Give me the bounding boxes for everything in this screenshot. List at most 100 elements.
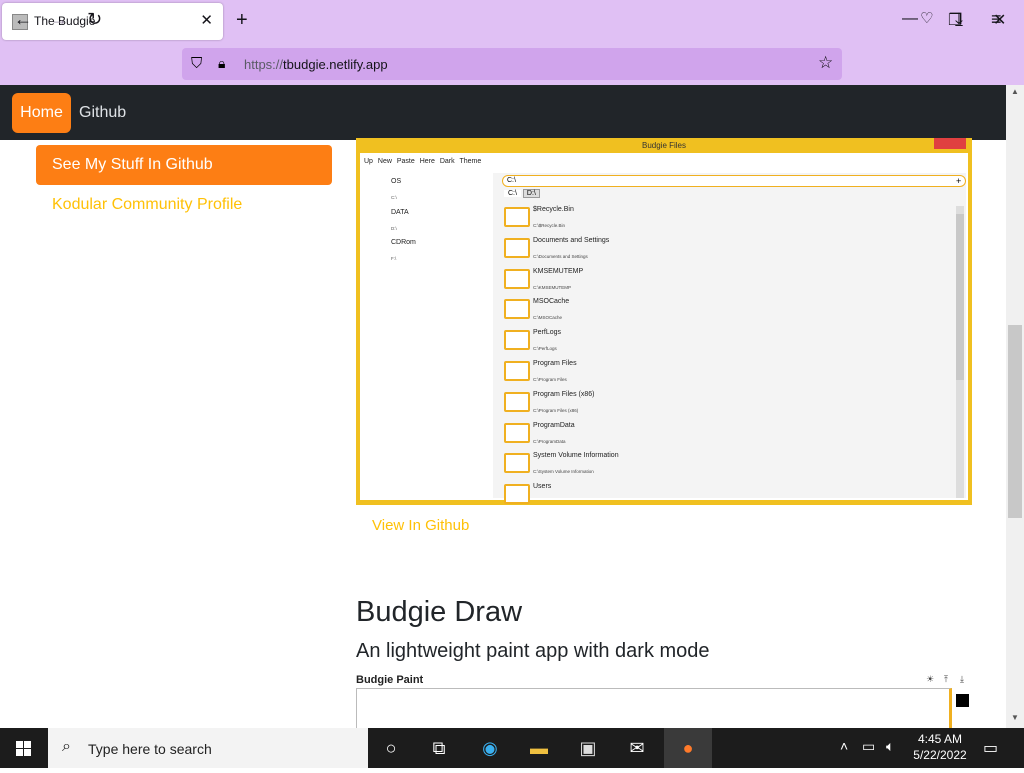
- folder-icon: [504, 361, 530, 381]
- paint-canvas: [356, 688, 952, 730]
- upload-icon: ⤒: [944, 674, 948, 684]
- folder-path: C:\Documents and Settings: [533, 253, 588, 259]
- files-close-icon: [934, 138, 966, 149]
- site-navbar: [0, 85, 1006, 140]
- minimize-icon[interactable]: —: [902, 10, 918, 28]
- cortana-icon[interactable]: ○: [378, 735, 404, 761]
- folder-name: Program Files: [533, 360, 577, 367]
- folder-icon: [504, 330, 530, 351]
- files-menu-item: Paste Here: [396, 158, 435, 165]
- scroll-up-icon[interactable]: ▲: [1011, 87, 1019, 96]
- download-icon[interactable]: ⤓: [955, 9, 963, 30]
- page-scroll-thumb[interactable]: [1008, 325, 1022, 518]
- section-title: Budgie Draw: [356, 596, 523, 628]
- taskbar-clock[interactable]: 4:45 AM 5/22/2022: [912, 731, 968, 763]
- browser-tab[interactable]: The Budgie ✕: [2, 3, 223, 40]
- url-bar[interactable]: ⛉ 🔒︎ https://tbudgie.netlify.app ☆: [182, 48, 842, 80]
- folder-icon: [504, 237, 530, 258]
- folder-path: C:\Program Files: [533, 377, 567, 382]
- files-menu-item: Dark Theme: [439, 158, 482, 165]
- mail-icon[interactable]: ✉: [624, 735, 650, 761]
- folder-name: PerfLogs: [533, 329, 562, 337]
- folder-path: C:\System Volume Information: [533, 469, 594, 475]
- files-menu-item: New: [377, 158, 392, 165]
- color-swatch: [956, 694, 969, 707]
- folder-name: Users: [533, 483, 552, 491]
- folder-path: C:\Program Files (x86): [533, 407, 579, 413]
- paint-title: Budgie Paint: [356, 674, 424, 686]
- files-address-bar: C:\: [502, 175, 966, 187]
- windows-start-button[interactable]: [0, 728, 48, 768]
- folder-icon: [504, 299, 530, 320]
- close-tab-icon[interactable]: ✕: [200, 11, 213, 29]
- drive-name: DATA: [391, 209, 409, 216]
- files-list-pane: [493, 173, 966, 498]
- lock-icon[interactable]: 🔒︎: [218, 55, 225, 72]
- windows-logo-icon: [16, 741, 31, 756]
- folder-name: System Volume Information: [533, 452, 619, 460]
- save-icon: ⤓: [960, 674, 964, 684]
- clock-date: 5/22/2022: [913, 748, 967, 762]
- bookmark-star-icon[interactable]: ☆: [818, 53, 833, 73]
- reload-icon[interactable]: ↻: [87, 9, 102, 30]
- new-tab-button[interactable]: +: [236, 9, 248, 32]
- shield-icon[interactable]: ⛉: [191, 55, 202, 72]
- folder-path: C:\$Recycle.Bin: [533, 223, 566, 228]
- folder-path: C:\PerfLogs: [533, 346, 557, 352]
- drive-name: OS: [391, 178, 402, 185]
- notification-icon[interactable]: ▭: [983, 738, 998, 758]
- scroll-down-icon[interactable]: ▼: [1011, 713, 1019, 722]
- folder-icon: [504, 484, 530, 505]
- volume-icon[interactable]: 🔈︎: [886, 738, 894, 755]
- files-tab: C:\: [504, 190, 521, 197]
- taskbar-search-box[interactable]: ⌕ Type here to search: [48, 728, 368, 768]
- budgie-paint-preview: Budgie Paint ☀ ⤒ ⤓: [356, 672, 972, 730]
- network-icon[interactable]: ▭: [862, 738, 875, 755]
- folder-name: Documents and Settings: [533, 236, 610, 244]
- nav-home-link[interactable]: Home: [12, 93, 71, 133]
- kodular-profile-link[interactable]: Kodular Community Profile: [52, 196, 242, 214]
- folder-icon: [504, 391, 530, 412]
- folder-icon: [504, 268, 530, 289]
- url-text[interactable]: https://tbudgie.netlify.app: [244, 57, 388, 72]
- drive-path: F:\: [391, 256, 397, 261]
- menu-icon[interactable]: ≡: [991, 9, 1002, 30]
- files-menu-item: Up: [364, 158, 373, 165]
- folder-name: KMSEMUTEMP: [533, 267, 584, 275]
- view-in-github-link[interactable]: View In Github: [372, 517, 469, 534]
- back-icon[interactable]: ←: [14, 9, 32, 30]
- folder-name: ProgramData: [533, 421, 575, 429]
- search-icon: ⌕: [62, 738, 71, 755]
- files-menu: Up New Paste Here Dark Theme: [364, 158, 481, 165]
- files-scroll-thumb: [956, 214, 964, 380]
- theme-toggle-icon: ☀: [926, 674, 935, 684]
- drive-path: C:\: [391, 195, 397, 200]
- files-tab: D:\: [522, 189, 540, 198]
- folder-name: Program Files (x86): [533, 390, 595, 398]
- drive-name: CDRom: [391, 239, 416, 246]
- folder-path: C:\MSOCache: [533, 315, 563, 321]
- folder-path: C:\ProgramData: [533, 438, 566, 444]
- folder-path: C:\KMSEMUTEMP: [533, 284, 572, 290]
- drive-path: D:\: [391, 226, 397, 231]
- see-stuff-github-button[interactable]: See My Stuff In Github: [36, 145, 332, 185]
- folder-name: MSOCache: [533, 298, 570, 306]
- pocket-icon[interactable]: ♡: [920, 9, 933, 27]
- folder-name: $Recycle.Bin: [533, 206, 574, 213]
- firefox-taskbar-icon[interactable]: ●: [664, 728, 712, 768]
- files-window-title: Budgie Files: [641, 141, 687, 150]
- task-view-icon[interactable]: ⧉: [426, 735, 452, 761]
- folder-icon: [504, 453, 530, 474]
- file-explorer-icon[interactable]: ▬: [526, 735, 552, 761]
- files-tabs: C:\ D:\: [504, 189, 540, 198]
- store-icon[interactable]: ▣: [575, 735, 601, 761]
- forward-icon[interactable]: →: [50, 9, 68, 30]
- section-subtitle: An lightweight paint app with dark mode: [356, 640, 710, 662]
- edge-icon[interactable]: ◉: [477, 735, 503, 761]
- add-tab-icon: +: [956, 176, 962, 186]
- search-placeholder: Type here to search: [88, 741, 212, 757]
- clock-time: 4:45 AM: [917, 732, 963, 746]
- tray-chevron-icon[interactable]: ˄: [840, 738, 848, 754]
- nav-github-link[interactable]: Github: [79, 93, 126, 133]
- budgie-files-screenshot: Budgie Files Up New Paste Here Dark Them…: [356, 138, 972, 505]
